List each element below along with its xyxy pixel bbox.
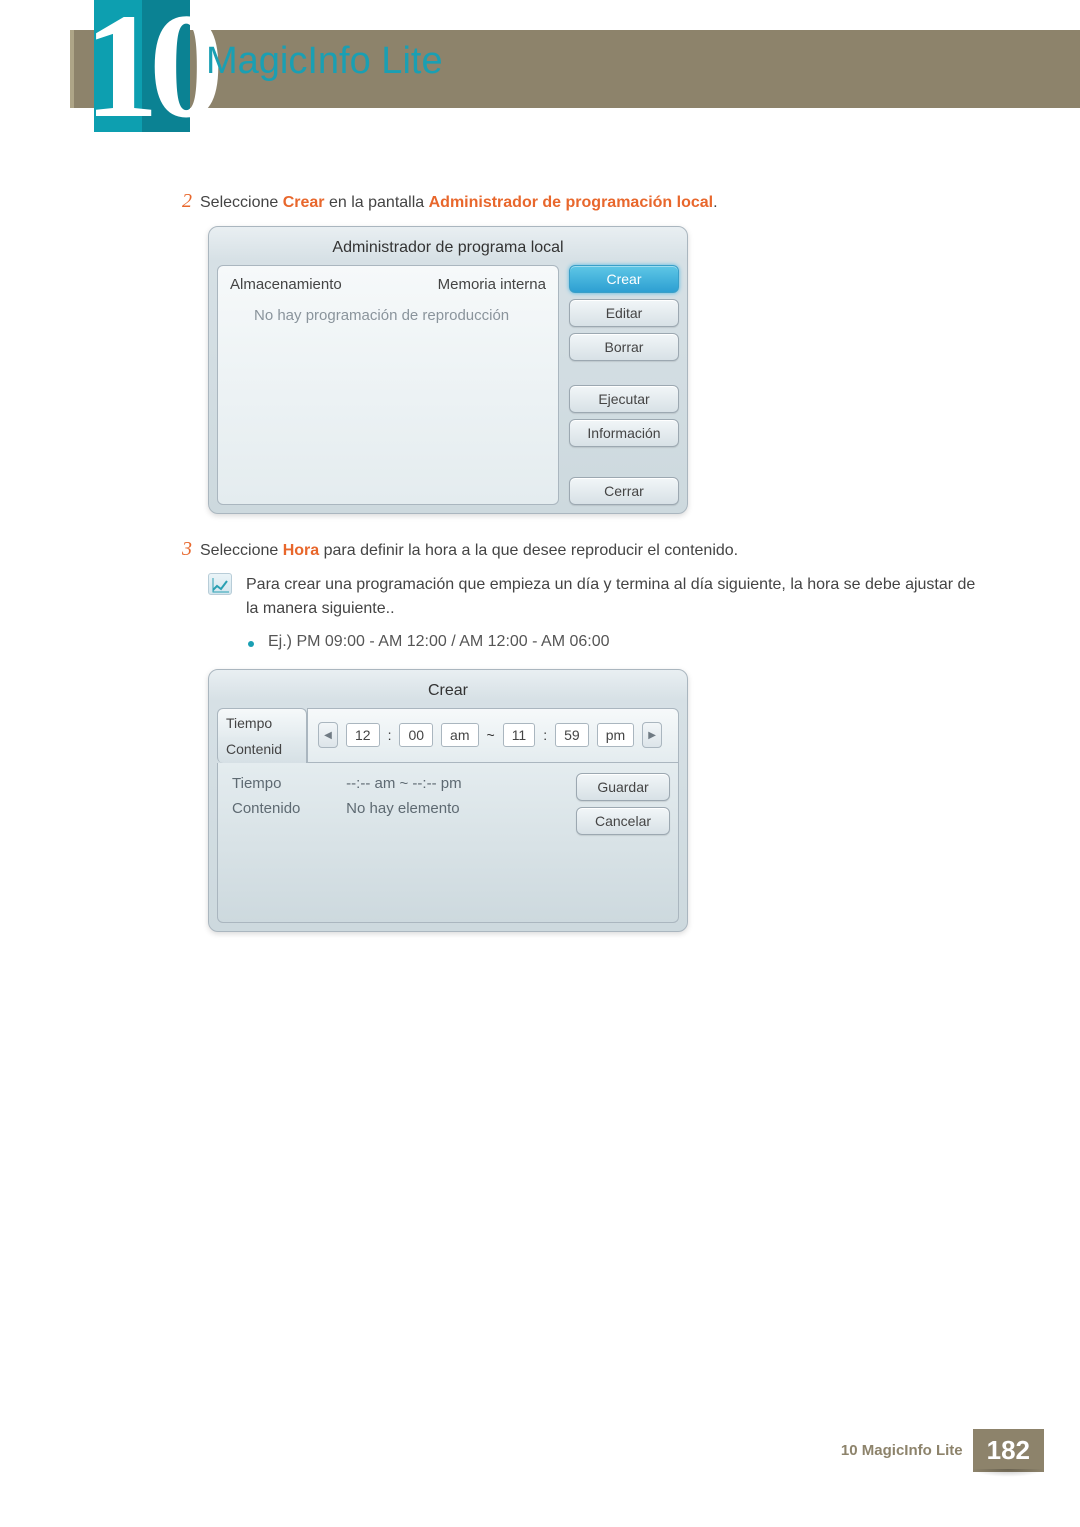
panel2-buttons: Guardar Cancelar <box>568 763 678 922</box>
close-button[interactable]: Cerrar <box>569 477 679 505</box>
time-controls: ◀ 12 : 00 am ~ 11 : 59 pm ▶ <box>307 708 679 763</box>
time-prev-button[interactable]: ◀ <box>318 722 338 748</box>
save-button[interactable]: Guardar <box>576 773 670 801</box>
end-minute-field[interactable]: 59 <box>555 723 589 747</box>
edit-button[interactable]: Editar <box>569 299 679 327</box>
storage-label: Almacenamiento <box>230 276 342 293</box>
step-2-hl-crear: Crear <box>283 194 325 211</box>
step-2-text: Seleccione Crear en la pantalla Administ… <box>200 192 718 214</box>
step-2-num: 2 <box>168 190 192 213</box>
empty-schedule-message: No hay programación de reproducción <box>230 303 546 324</box>
step-2-suffix: . <box>713 194 717 211</box>
step-2-prefix: Seleccione <box>200 194 283 211</box>
create-button[interactable]: Crear <box>569 265 679 293</box>
example-text: Ej.) PM 09:00 - AM 12:00 / AM 12:00 - AM… <box>268 633 610 651</box>
panel-local-schedule-manager: Administrador de programa local Almacena… <box>208 226 688 514</box>
step-2-hl-admin: Administrador de programación local <box>429 194 714 211</box>
panel2-title: Crear <box>217 678 679 708</box>
colon-2: : <box>543 727 547 743</box>
bullet-dot-icon <box>248 641 254 647</box>
panel1-title: Administrador de programa local <box>217 235 679 265</box>
panel1-side-buttons: Crear Editar Borrar Ejecutar Información… <box>569 265 679 505</box>
start-ampm-field[interactable]: am <box>441 723 478 747</box>
step-3-num: 3 <box>168 538 192 561</box>
panel1-list-area: Almacenamiento Memoria interna No hay pr… <box>217 265 559 505</box>
chapter-title: MagicInfo Lite <box>206 40 443 83</box>
footer: 10 MagicInfo Lite 182 <box>0 1421 1080 1477</box>
footer-page-number: 182 <box>973 1429 1044 1472</box>
row-time-label: Tiempo <box>232 775 342 792</box>
start-hour-field[interactable]: 12 <box>346 723 380 747</box>
step-2: 2 Seleccione Crear en la pantalla Admini… <box>168 190 988 214</box>
tab-time[interactable]: Tiempo <box>217 708 307 737</box>
footer-shadow <box>972 1469 1044 1477</box>
step-2-mid: en la pantalla <box>325 194 429 211</box>
row-content-value: No hay elemento <box>346 800 459 817</box>
cancel-button[interactable]: Cancelar <box>576 807 670 835</box>
delete-button[interactable]: Borrar <box>569 333 679 361</box>
example-bullet: Ej.) PM 09:00 - AM 12:00 / AM 12:00 - AM… <box>248 633 988 651</box>
note-icon <box>208 573 232 595</box>
step-3-hl-hora: Hora <box>283 542 319 559</box>
step-3-prefix: Seleccione <box>200 542 283 559</box>
panel2-summary: Tiempo --:-- am ~ --:-- pm Contenido No … <box>218 763 568 922</box>
note-text: Para crear una programación que empieza … <box>246 573 988 621</box>
tilde-sep: ~ <box>487 727 495 743</box>
run-button[interactable]: Ejecutar <box>569 385 679 413</box>
row-content-label: Contenido <box>232 800 342 817</box>
start-minute-field[interactable]: 00 <box>399 723 433 747</box>
end-ampm-field[interactable]: pm <box>597 723 634 747</box>
info-button[interactable]: Información <box>569 419 679 447</box>
step-3-suffix: para definir la hora a la que desee repr… <box>319 542 738 559</box>
page-content: 2 Seleccione Crear en la pantalla Admini… <box>168 190 988 956</box>
chapter-badge: 10 <box>94 0 190 132</box>
note: Para crear una programación que empieza … <box>208 573 988 621</box>
tab-content[interactable]: Contenid <box>217 735 307 763</box>
step-3: 3 Seleccione Hora para definir la hora a… <box>168 538 988 562</box>
footer-text: 10 MagicInfo Lite <box>841 1442 973 1459</box>
chapter-number: 10 <box>84 0 214 152</box>
panel-create: Crear Tiempo Contenid ◀ 12 : 00 am ~ 11 … <box>208 669 688 932</box>
step-3-text: Seleccione Hora para definir la hora a l… <box>200 540 738 562</box>
end-hour-field[interactable]: 11 <box>503 723 536 747</box>
row-time-value: --:-- am ~ --:-- pm <box>346 775 461 792</box>
storage-value: Memoria interna <box>438 276 546 293</box>
time-next-button[interactable]: ▶ <box>642 722 662 748</box>
colon-1: : <box>388 727 392 743</box>
